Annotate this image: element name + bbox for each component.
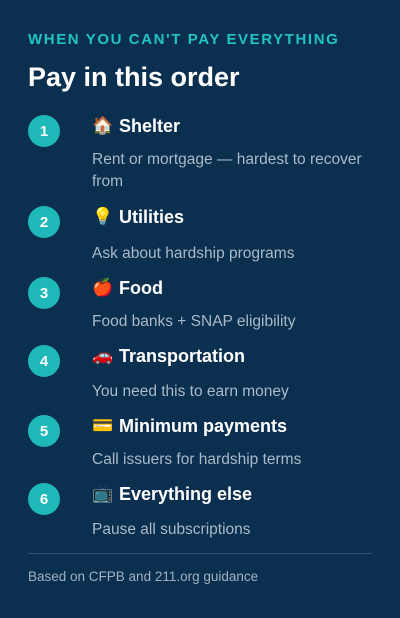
eyebrow-label: WHEN YOU CAN'T PAY EVERYTHING — [28, 31, 340, 48]
step-title: Everything else — [119, 483, 253, 504]
step-description: You need this to earn money — [92, 383, 289, 400]
step-heading: 💡 Utilities — [92, 206, 184, 228]
divider — [28, 553, 372, 554]
step-number-badge: 4 — [28, 345, 60, 377]
step-title: Utilities — [119, 206, 185, 227]
step-number-badge: 6 — [28, 483, 60, 515]
page-title: Pay in this order — [28, 62, 240, 92]
step-title: Minimum payments — [119, 415, 288, 436]
step-number-badge: 5 — [28, 415, 60, 447]
step-description: Ask about hardship programs — [92, 245, 295, 262]
source-note: Based on CFPB and 211.org guidance — [28, 569, 259, 584]
guidance-card: WHEN YOU CAN'T PAY EVERYTHING Pay in thi… — [0, 0, 400, 618]
car-icon: 🚗 — [92, 346, 114, 366]
step-heading: 🍎 Food — [92, 277, 163, 299]
step-title: Transportation — [119, 345, 246, 366]
apple-icon: 🍎 — [92, 278, 114, 298]
house-icon: 🏠 — [92, 116, 114, 136]
step-description: Call issuers for hardship terms — [92, 451, 302, 468]
step-number-badge: 1 — [28, 115, 60, 147]
step-description: Food banks + SNAP eligibility — [92, 313, 296, 330]
step-description: Pause all subscriptions — [92, 521, 251, 538]
lightbulb-icon: 💡 — [92, 207, 114, 227]
step-title: Shelter — [119, 115, 181, 136]
step-number-badge: 3 — [28, 277, 60, 309]
step-number-badge: 2 — [28, 206, 60, 238]
step-title: Food — [119, 277, 163, 298]
step-heading: 💳 Minimum payments — [92, 415, 287, 437]
television-icon: 📺 — [92, 484, 114, 504]
step-heading: 🚗 Transportation — [92, 345, 245, 367]
step-heading: 🏠 Shelter — [92, 115, 180, 137]
step-description: Rent or mortgage — hardest to recover fr… — [92, 151, 362, 190]
step-heading: 📺 Everything else — [92, 483, 252, 505]
credit-card-icon: 💳 — [92, 416, 114, 436]
